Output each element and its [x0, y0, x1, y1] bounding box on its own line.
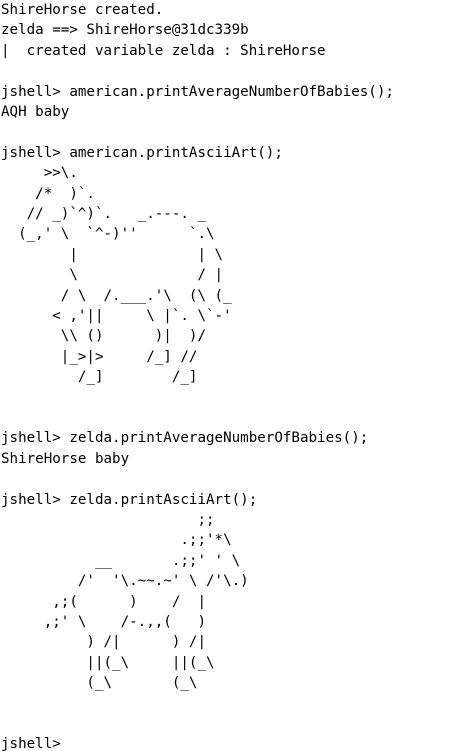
jshell-prompt-input[interactable]: jshell> — [1, 734, 459, 751]
output-line: | created variable zelda : ShireHorse — [1, 42, 326, 59]
output-line: ShireHorse created. — [1, 2, 164, 18]
command-line: jshell> american.printAsciiArt(); — [1, 144, 283, 161]
ascii-art-american-horse: >>\. /* )`. // _)`^)`. _.---. _ (_,' \ `… — [18, 165, 232, 386]
command-line: jshell> zelda.printAsciiArt(); — [1, 491, 258, 508]
output-line: ShireHorse baby — [1, 450, 130, 467]
command-line: jshell> american.printAverageNumberOfBab… — [1, 83, 394, 100]
output-line: AQH baby — [1, 103, 70, 120]
output-line: zelda ==> ShireHorse@31dc339b — [1, 22, 249, 39]
terminal-window[interactable]: ShireHorse created. zelda ==> ShireHorse… — [0, 0, 459, 751]
ascii-art-shire-horse: ;; .;;'*\ __ .;;' ' \ /' '\.~~.~' \ /'\.… — [43, 511, 249, 692]
command-line: jshell> zelda.printAverageNumberOfBabies… — [1, 430, 369, 447]
